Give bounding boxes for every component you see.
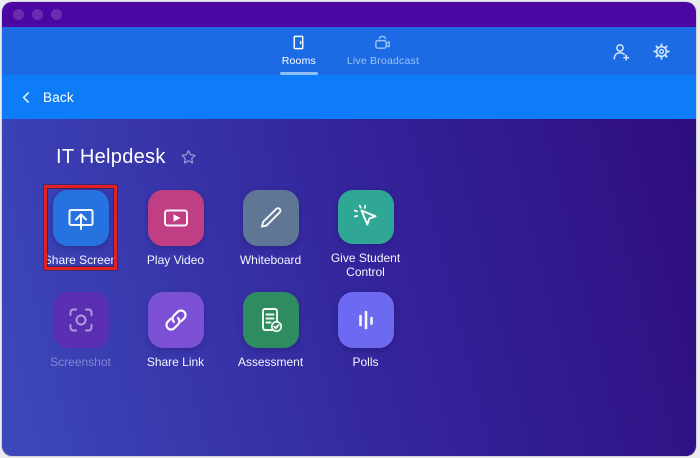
close-window-button[interactable]	[13, 9, 24, 20]
tool-play-video[interactable]: Play Video	[128, 190, 223, 279]
tab-rooms[interactable]: Rooms	[279, 27, 319, 75]
assessment-tile[interactable]	[243, 292, 299, 348]
zoom-window-button[interactable]	[51, 9, 62, 20]
share-link-tile[interactable]	[148, 292, 204, 348]
play-video-tile[interactable]	[148, 190, 204, 246]
share-screen-tile[interactable]	[53, 190, 109, 246]
nav-actions	[610, 27, 672, 75]
bar-chart-icon	[350, 304, 382, 336]
tool-grid: Share Screen Play Video	[33, 190, 696, 381]
tab-rooms-label: Rooms	[282, 55, 316, 67]
back-bar: Back	[2, 75, 696, 119]
cursor-click-icon	[350, 201, 382, 233]
pencil-icon	[255, 202, 287, 234]
traffic-lights	[13, 9, 62, 20]
tool-label: Give Student Control	[320, 251, 412, 279]
add-person-icon[interactable]	[610, 41, 631, 62]
whiteboard-tile[interactable]	[243, 190, 299, 246]
tool-whiteboard[interactable]: Whiteboard	[223, 190, 318, 279]
give-student-control-tile[interactable]	[338, 190, 394, 244]
minimize-window-button[interactable]	[32, 9, 43, 20]
share-screen-icon	[65, 202, 97, 234]
tool-label: Share Screen	[44, 253, 117, 267]
polls-tile[interactable]	[338, 292, 394, 348]
chevron-left-icon	[19, 90, 34, 105]
screenshot-frame-icon	[65, 304, 97, 336]
tool-share-screen[interactable]: Share Screen	[33, 190, 128, 279]
settings-gear-icon[interactable]	[651, 41, 672, 62]
tool-share-link[interactable]: Share Link	[128, 292, 223, 381]
back-label: Back	[43, 90, 74, 105]
tool-label: Play Video	[147, 253, 204, 267]
screenshot-tile	[53, 292, 109, 348]
tool-label: Assessment	[238, 355, 303, 369]
tool-label: Screenshot	[50, 355, 111, 369]
title-bar	[2, 2, 696, 27]
page-title: IT Helpdesk	[56, 146, 166, 169]
tool-label: Polls	[352, 355, 378, 369]
tool-give-student-control[interactable]: Give Student Control	[318, 190, 413, 279]
door-icon	[290, 34, 307, 51]
nav-tabs: Rooms Live Broadcast	[279, 27, 419, 75]
assessment-doc-icon	[255, 304, 287, 336]
room-content: IT Helpdesk Share Screen	[2, 119, 696, 456]
play-video-icon	[160, 202, 192, 234]
app-window: Rooms Live Broadcast	[2, 2, 696, 456]
tool-polls[interactable]: Polls	[318, 292, 413, 381]
tool-screenshot: Screenshot	[33, 292, 128, 381]
active-tab-indicator	[280, 72, 318, 75]
tab-live-broadcast[interactable]: Live Broadcast	[347, 27, 419, 75]
star-icon[interactable]	[179, 148, 198, 167]
top-nav-bar: Rooms Live Broadcast	[2, 27, 696, 75]
room-title-row: IT Helpdesk	[56, 146, 696, 169]
tool-label: Whiteboard	[240, 253, 301, 267]
tool-assessment[interactable]: Assessment	[223, 292, 318, 381]
broadcast-camera-icon	[373, 34, 392, 51]
tool-label: Share Link	[147, 355, 204, 369]
back-button[interactable]: Back	[19, 90, 74, 105]
link-icon	[160, 304, 192, 336]
tab-live-broadcast-label: Live Broadcast	[347, 55, 419, 67]
